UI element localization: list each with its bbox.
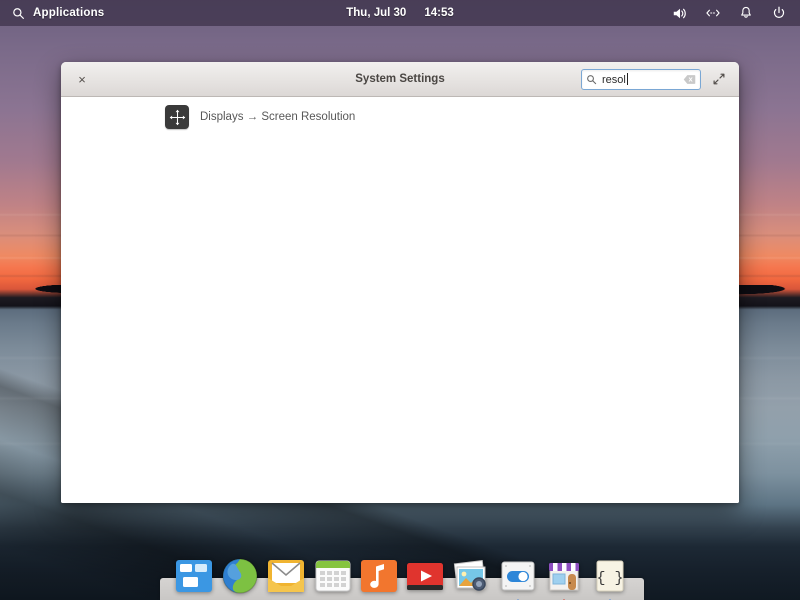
- window-titlebar: × System Settings resol: [61, 62, 739, 97]
- settings-search-field[interactable]: resol: [581, 69, 701, 90]
- maximize-button[interactable]: [710, 62, 728, 96]
- window-content: Displays → Screen Resolution: [61, 97, 739, 503]
- clock[interactable]: Thu, Jul 30 14:53: [346, 7, 454, 19]
- system-settings-window: × System Settings resol: [61, 62, 739, 503]
- power-icon[interactable]: [771, 5, 787, 21]
- search-input-text[interactable]: resol: [597, 73, 683, 86]
- network-icon[interactable]: [705, 5, 721, 21]
- dock: { }: [160, 544, 644, 596]
- dock-item-mail[interactable]: [266, 556, 306, 596]
- search-icon: [586, 74, 597, 85]
- dock-item-music[interactable]: [359, 556, 399, 596]
- search-icon[interactable]: [10, 5, 26, 21]
- screen-resolution-icon: [165, 105, 189, 129]
- dock-item-web-browser[interactable]: [220, 556, 260, 596]
- search-input-value: resol: [602, 74, 626, 86]
- dock-item-files[interactable]: [174, 556, 214, 596]
- search-result-label: Displays → Screen Resolution: [200, 111, 355, 123]
- top-panel: Applications Thu, Jul 30 14:53: [0, 0, 800, 26]
- volume-icon[interactable]: [672, 5, 688, 21]
- panel-indicators: [672, 5, 800, 21]
- close-button[interactable]: ×: [71, 62, 93, 96]
- notification-bell-icon[interactable]: [738, 5, 754, 21]
- applications-menu-label[interactable]: Applications: [33, 7, 104, 19]
- dock-item-calendar[interactable]: [313, 556, 353, 596]
- clear-icon[interactable]: [683, 74, 696, 85]
- dock-item-videos[interactable]: [405, 556, 445, 596]
- clock-time: 14:53: [424, 7, 453, 19]
- search-result-row[interactable]: Displays → Screen Resolution: [61, 97, 739, 129]
- dock-item-settings[interactable]: [498, 556, 538, 596]
- dock-item-appcenter[interactable]: [544, 556, 584, 596]
- text-caret: [627, 73, 628, 85]
- clock-date: Thu, Jul 30: [346, 7, 406, 19]
- svg-text:{ }: { }: [596, 570, 623, 587]
- dock-item-code[interactable]: { }: [590, 556, 630, 596]
- dock-item-photos[interactable]: [451, 556, 491, 596]
